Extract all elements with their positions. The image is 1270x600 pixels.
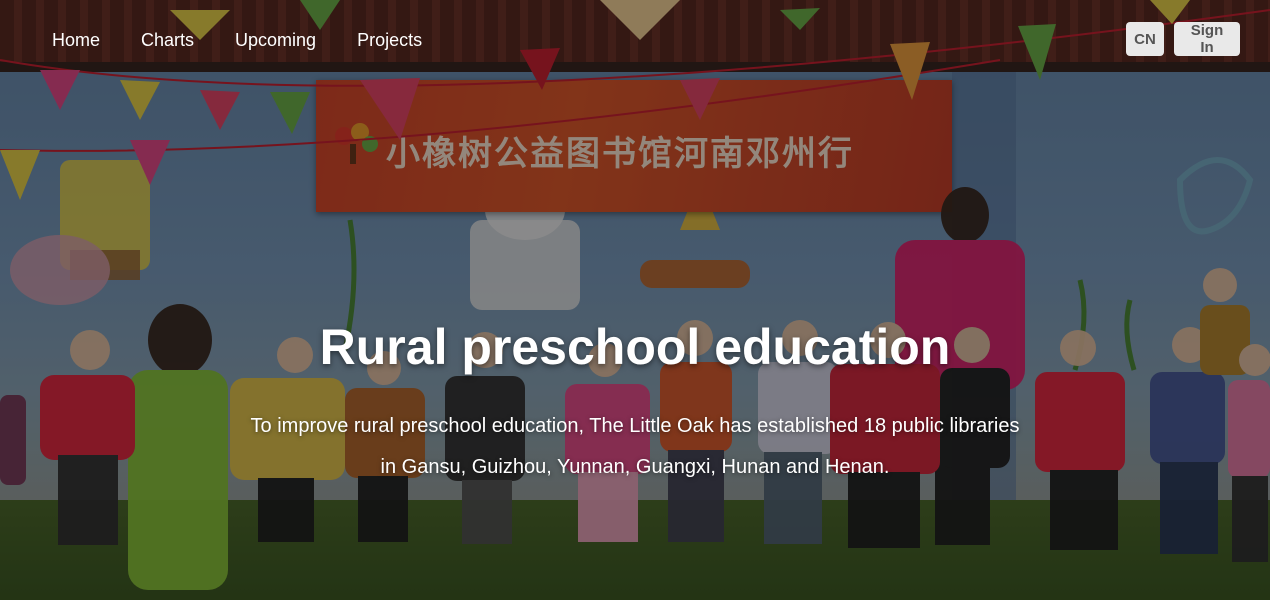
nav-link-projects[interactable]: Projects [357, 30, 422, 51]
sign-in-button[interactable]: Sign In [1174, 22, 1240, 56]
nav-link-charts[interactable]: Charts [141, 30, 194, 51]
nav-actions: CN Sign In [1126, 22, 1240, 56]
nav-link-home[interactable]: Home [52, 30, 100, 51]
nav-link-upcoming[interactable]: Upcoming [235, 30, 316, 51]
hero-subtitle: To improve rural preschool education, Th… [250, 415, 1020, 478]
top-nav: Home Charts Upcoming Projects CN Sign In [0, 0, 1270, 80]
dark-overlay [0, 0, 1270, 600]
hero-section: 小橡树公益图书馆河南邓州行 Home Charts Upcoming Proje… [0, 0, 1270, 600]
nav-links: Home Charts Upcoming Projects [52, 30, 463, 51]
language-toggle-button[interactable]: CN [1126, 22, 1164, 56]
hero-title: Rural preschool education [319, 319, 951, 375]
